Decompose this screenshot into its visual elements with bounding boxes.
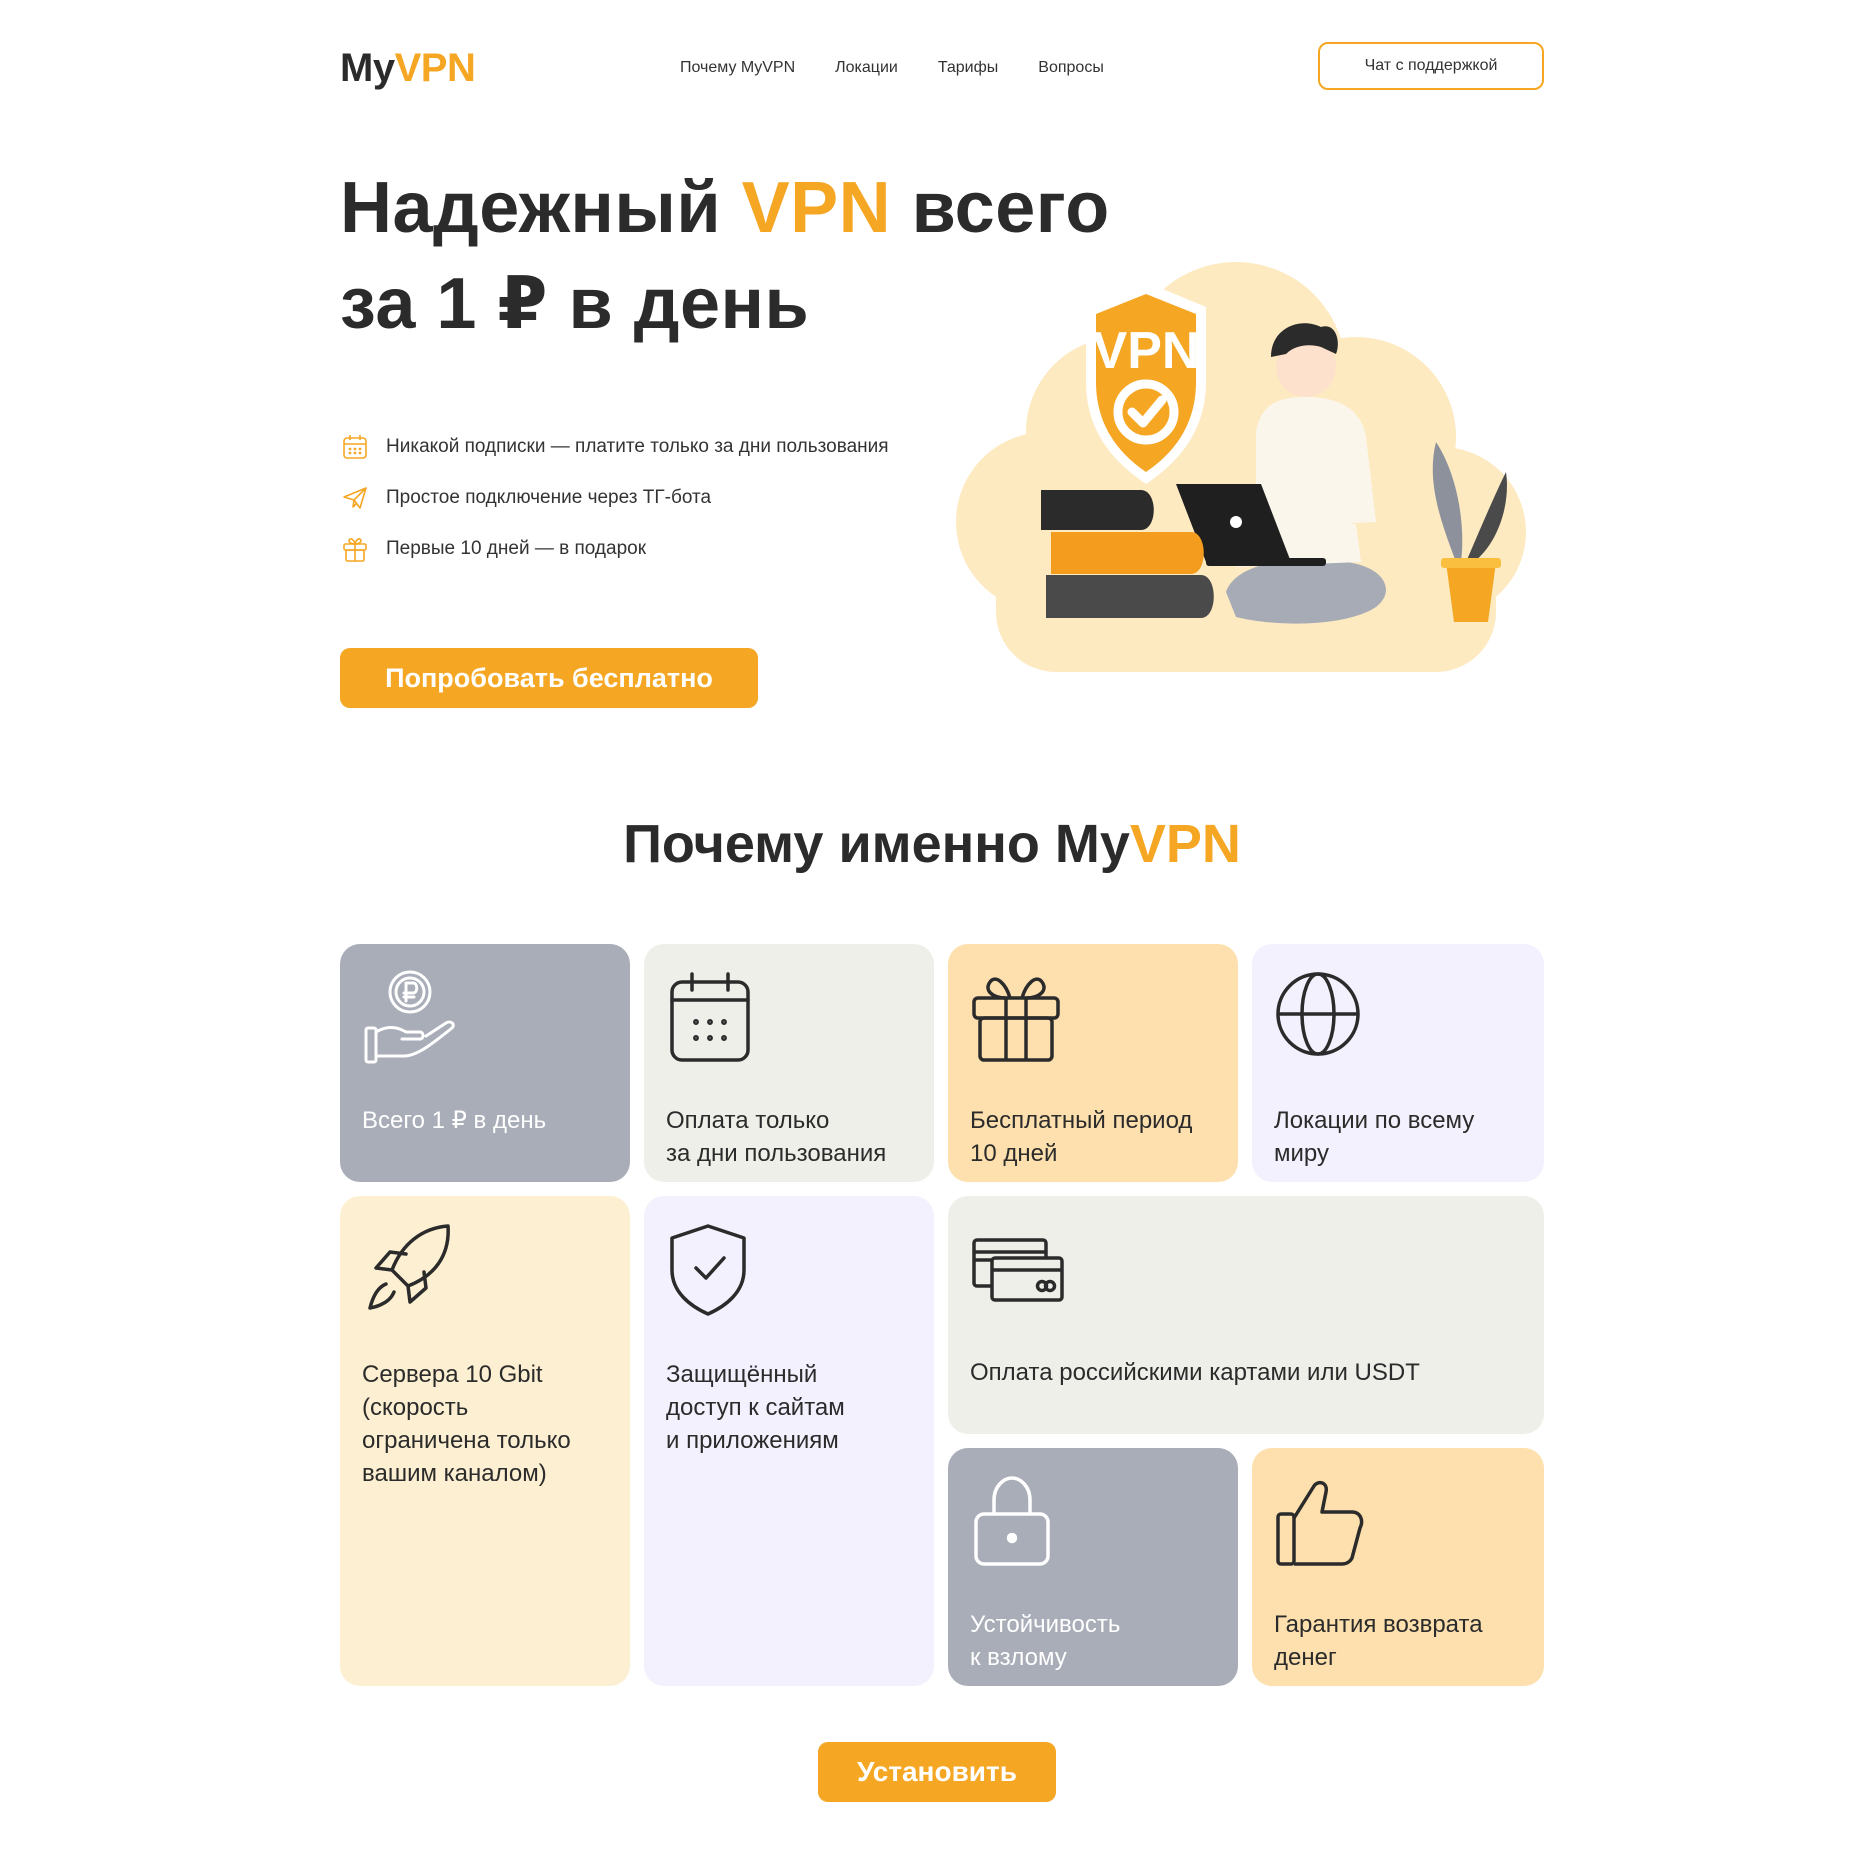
why-title: Почему именно MyVPN — [0, 812, 1864, 876]
coin-hand-icon — [364, 970, 455, 1064]
card-label: Оплата российскими картами или USDT — [970, 1356, 1420, 1389]
card-line: Сервера 10 Gbit — [362, 1361, 543, 1388]
rocket-icon — [368, 1224, 450, 1310]
feature-card-servers: Сервера 10 Gbit (скорость ограничена тольк… — [340, 1196, 630, 1686]
lock-icon — [974, 1476, 1050, 1566]
support-chat-button[interactable]: Чат с поддержкой — [1318, 42, 1544, 90]
logo-my: My — [340, 46, 395, 90]
hero-title-accent: VPN — [741, 168, 892, 248]
thumbs-up-icon — [1276, 1480, 1364, 1566]
card-line: миру — [1274, 1140, 1329, 1167]
paper-plane-icon — [340, 483, 370, 513]
nav-pricing[interactable]: Тарифы — [938, 56, 998, 80]
nav-faq[interactable]: Вопросы — [1038, 56, 1104, 80]
card-line: Устойчивость — [970, 1611, 1121, 1638]
shield-check-icon — [670, 1224, 746, 1316]
feature-text: Простое подключение через ТГ-бота — [386, 487, 712, 508]
hero-title-line2: за 1 ₽ в день — [340, 264, 810, 344]
feature-card-hack-resistance: Устойчивость к взлому — [948, 1448, 1238, 1686]
feature-card-free-trial: Бесплатный период 10 дней — [948, 944, 1238, 1182]
gift-icon — [340, 534, 370, 564]
cards-icon — [972, 1238, 1064, 1302]
why-title-accent: VPN — [1129, 814, 1241, 874]
feature-card-locations: Локации по всему миру — [1252, 944, 1544, 1182]
globe-icon — [1276, 972, 1360, 1056]
why-title-part1: Почему именно My — [623, 814, 1130, 874]
card-line: и приложениям — [666, 1427, 839, 1454]
card-label: Гарантия возврата денег — [1274, 1608, 1483, 1674]
logo[interactable]: MyVPN — [340, 42, 476, 94]
card-line: Оплата российскими картами или USDT — [970, 1359, 1420, 1386]
gift-icon — [972, 977, 1060, 1062]
hero-title-part1: Надежный — [340, 168, 742, 248]
install-button[interactable]: Установить — [818, 1742, 1056, 1802]
feature-card-pay-per-day: Оплата только за дни пользования — [644, 944, 934, 1182]
card-label: Локации по всему миру — [1274, 1104, 1474, 1170]
feature-text: Никакой подписки — платите только за дни… — [386, 436, 889, 457]
nav-locations[interactable]: Локации — [835, 56, 898, 80]
calendar-icon — [340, 432, 370, 462]
feature-item: Никакой подписки — платите только за дни… — [340, 432, 889, 462]
hero-illustration: VPN — [956, 262, 1526, 672]
card-line: доступ к сайтам — [666, 1394, 845, 1421]
card-line: вашим каналом) — [362, 1460, 547, 1487]
card-label: Всего 1 ₽ в день — [362, 1104, 546, 1137]
card-line: Защищённый — [666, 1361, 818, 1388]
card-line: денег — [1274, 1644, 1337, 1671]
card-line: Локации по всему — [1274, 1107, 1475, 1134]
feature-card-protected-access: Защищённый доступ к сайтам и приложениям — [644, 1196, 934, 1686]
feature-item: Первые 10 дней — в подарок — [340, 534, 889, 564]
feature-card-money-back: Гарантия возврата денег — [1252, 1448, 1544, 1686]
hero-features: Никакой подписки — платите только за дни… — [340, 432, 889, 585]
card-line: Оплата только — [666, 1107, 830, 1134]
main-nav: Почему MyVPN Локации Тарифы Вопросы — [680, 56, 1104, 80]
feature-text: Первые 10 дней — в подарок — [386, 538, 647, 559]
logo-vpn: VPN — [394, 46, 476, 90]
card-line: Бесплатный период — [970, 1107, 1193, 1134]
card-label: Защищённый доступ к сайтам и приложениям — [666, 1358, 845, 1457]
try-free-button[interactable]: Попробовать бесплатно — [340, 648, 758, 708]
card-line: 10 дней — [970, 1140, 1058, 1167]
card-line: (скорость — [362, 1394, 469, 1421]
card-label: Оплата только за дни пользования — [666, 1104, 886, 1170]
card-line: Всего 1 ₽ в день — [362, 1107, 547, 1134]
card-line: к взлому — [970, 1644, 1067, 1671]
vpn-badge-text: VPN — [1093, 322, 1200, 380]
site-header: MyVPN Почему MyVPN Локации Тарифы Вопрос… — [340, 40, 1544, 96]
card-label: Бесплатный период 10 дней — [970, 1104, 1192, 1170]
hero-title-part2: всего — [891, 168, 1110, 248]
card-label: Сервера 10 Gbit (скорость ограничена тольк… — [362, 1358, 571, 1490]
card-line: Гарантия возврата — [1274, 1611, 1483, 1638]
card-line: ограничена только — [362, 1427, 571, 1454]
feature-item: Простое подключение через ТГ-бота — [340, 483, 889, 513]
feature-card-payment-methods: Оплата российскими картами или USDT — [948, 1196, 1544, 1434]
card-label: Устойчивость к взлому — [970, 1608, 1120, 1674]
feature-card-price: Всего 1 ₽ в день — [340, 944, 630, 1182]
calendar-icon — [670, 972, 750, 1062]
card-line: за дни пользования — [666, 1140, 887, 1167]
nav-why[interactable]: Почему MyVPN — [680, 56, 795, 80]
